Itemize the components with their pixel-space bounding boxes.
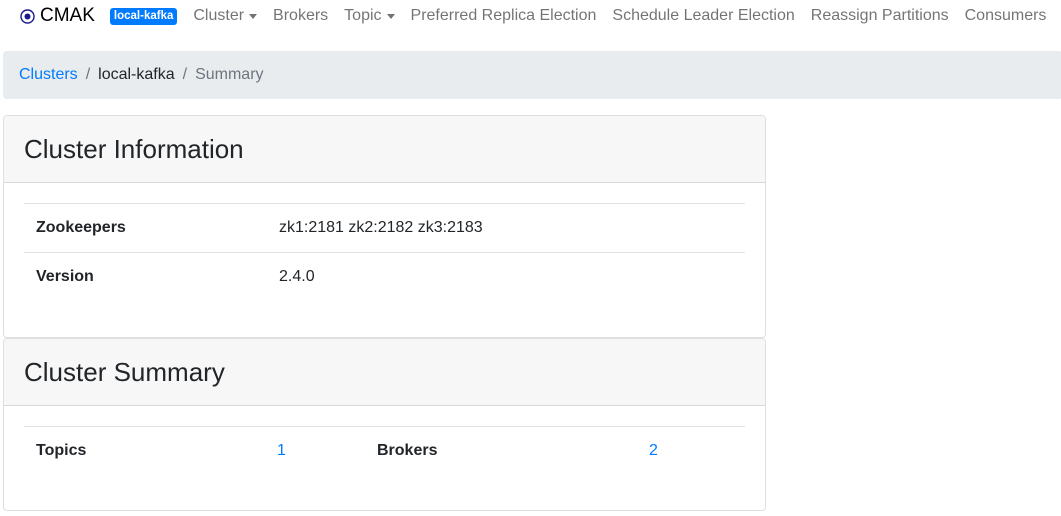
nav-reassign-partitions-label: Reassign Partitions <box>810 7 949 24</box>
cluster-info-table: Zookeepers zk1:2181 zk2:2182 zk3:2183 Ve… <box>24 203 745 302</box>
top-navbar: CMAK local-kafka Cluster Brokers Topic P… <box>0 0 1061 32</box>
breadcrumb: Clusters / local-kafka / Summary <box>3 51 1061 99</box>
zookeepers-value: zk1:2181 zk2:2182 zk3:2183 <box>267 203 745 253</box>
cmak-logo-icon <box>20 8 35 24</box>
card-header: Cluster Summary <box>4 339 765 406</box>
card-title: Cluster Summary <box>24 356 225 387</box>
nav-preferred-replica-election[interactable]: Preferred Replica Election <box>411 7 597 25</box>
nav-cluster-label: Cluster <box>193 7 245 24</box>
breadcrumb-current: Summary <box>195 66 264 83</box>
table-row: Topics 1 Brokers 2 <box>24 426 745 476</box>
caret-down-icon <box>386 13 395 19</box>
version-value: 2.4.0 <box>267 252 745 302</box>
nav-consumers[interactable]: Consumers <box>965 7 1047 25</box>
brand-name: CMAK <box>40 5 95 26</box>
nav-schedule-leader-election[interactable]: Schedule Leader Election <box>612 7 794 25</box>
nav-preferred-replica-election-label: Preferred Replica Election <box>410 7 597 24</box>
table-row: Version 2.4.0 <box>24 252 745 302</box>
topics-count-link[interactable]: 1 <box>277 442 286 459</box>
nav-schedule-leader-election-label: Schedule Leader Election <box>612 7 795 24</box>
breadcrumb-cluster-name: local-kafka <box>98 66 175 83</box>
topics-label: Topics <box>24 426 265 476</box>
cluster-summary-card: Cluster Summary Topics 1 Brokers 2 <box>3 338 766 511</box>
version-label: Version <box>24 252 267 302</box>
cluster-summary-table: Topics 1 Brokers 2 <box>24 426 745 476</box>
nav-brokers-label: Brokers <box>273 7 329 24</box>
breadcrumb-separator: / <box>85 66 91 83</box>
nav-topic-label: Topic <box>344 7 382 24</box>
card-body: Topics 1 Brokers 2 <box>4 406 765 476</box>
card-body: Zookeepers zk1:2181 zk2:2182 zk3:2183 Ve… <box>4 183 765 302</box>
nav-cluster-dropdown[interactable]: Cluster <box>193 7 258 25</box>
cluster-badge: local-kafka <box>109 7 178 25</box>
brokers-count-link[interactable]: 2 <box>649 442 658 459</box>
card-header: Cluster Information <box>4 116 765 183</box>
breadcrumb-clusters-link[interactable]: Clusters <box>19 66 78 84</box>
brokers-label: Brokers <box>365 426 637 476</box>
zookeepers-label: Zookeepers <box>24 203 267 253</box>
brokers-count-cell: 2 <box>637 426 745 476</box>
brand-link[interactable]: CMAK <box>20 5 95 27</box>
nav-consumers-label: Consumers <box>964 7 1047 24</box>
nav-brokers[interactable]: Brokers <box>273 7 328 25</box>
nav-topic-dropdown[interactable]: Topic <box>344 7 395 25</box>
caret-down-icon <box>249 13 258 19</box>
cluster-information-card: Cluster Information Zookeepers zk1:2181 … <box>3 115 766 338</box>
nav-reassign-partitions[interactable]: Reassign Partitions <box>811 7 949 25</box>
card-title: Cluster Information <box>24 133 244 164</box>
table-row: Zookeepers zk1:2181 zk2:2182 zk3:2183 <box>24 203 745 253</box>
topics-count-cell: 1 <box>265 426 365 476</box>
breadcrumb-separator: / <box>182 66 188 83</box>
